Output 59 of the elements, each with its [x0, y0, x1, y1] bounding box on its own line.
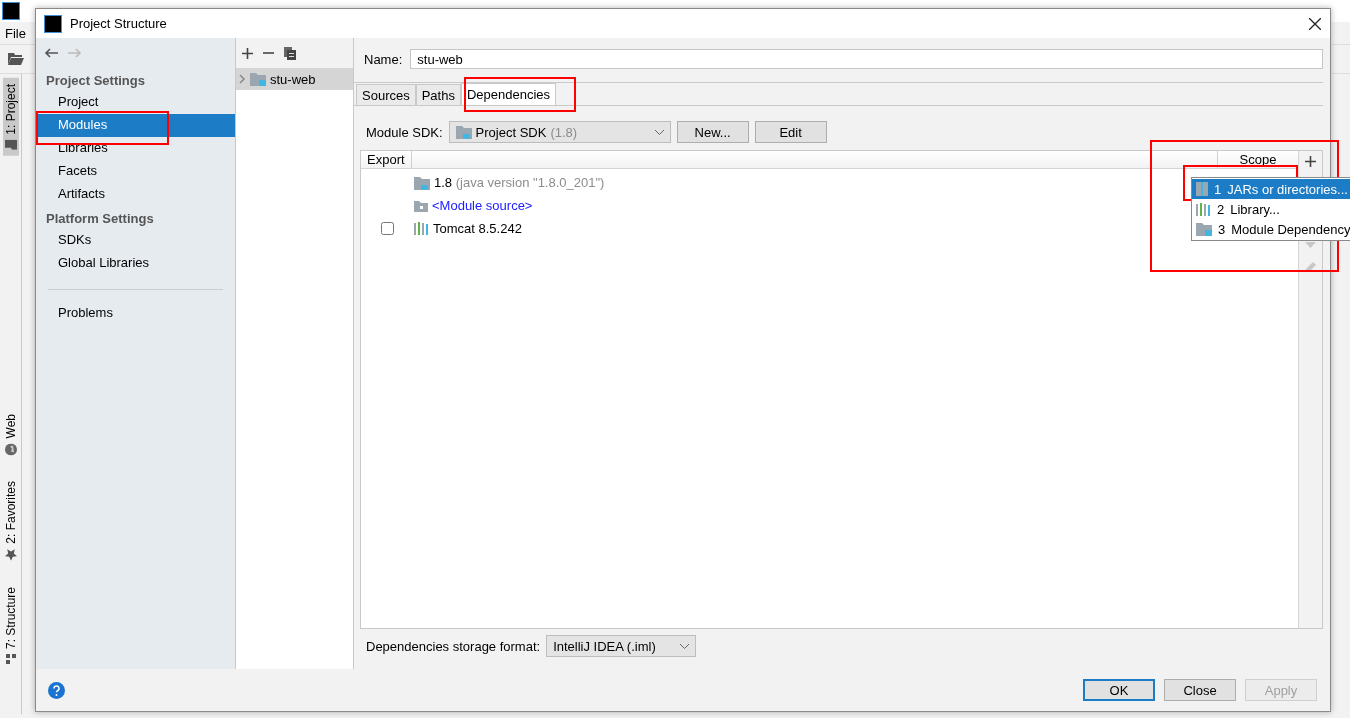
nav-item[interactable]: Project	[36, 91, 235, 114]
nav-item[interactable]: SDKs	[36, 229, 235, 252]
menu-item[interactable]: 3 Module Dependency	[1192, 219, 1350, 239]
dialog-button[interactable]: OK	[1083, 679, 1155, 701]
tool-window-tab[interactable]: 1: Project	[2, 78, 19, 156]
app-logo-icon	[2, 2, 20, 20]
library-icon	[414, 222, 429, 235]
sdk-dropdown[interactable]: Project SDK (1.8)	[448, 121, 671, 143]
section-heading: Project Settings	[45, 72, 146, 90]
field-label: Name:	[364, 51, 403, 67]
add-icon[interactable]	[242, 47, 253, 59]
edit-pencil-icon[interactable]	[1305, 262, 1316, 273]
help-icon[interactable]	[48, 681, 65, 699]
open-folder-icon[interactable]	[8, 53, 24, 65]
dialog-button[interactable]: Edit	[754, 121, 827, 143]
structure-icon	[5, 654, 16, 664]
tab[interactable]: Sources	[356, 84, 416, 105]
tab[interactable]: Paths	[415, 84, 461, 105]
sdk-folder-icon	[414, 175, 430, 190]
menu-item[interactable]: File	[5, 25, 26, 41]
nav-item[interactable]: Facets	[36, 160, 235, 183]
nav-item[interactable]: Modules	[36, 114, 235, 137]
close-icon[interactable]	[1309, 17, 1321, 30]
menu-item[interactable]: 1 JARs or directories...	[1192, 179, 1350, 199]
field-label: Dependencies storage format:	[366, 638, 541, 654]
tool-window-tab[interactable]: Web	[2, 407, 19, 462]
name-field[interactable]: stu-web	[410, 49, 1323, 69]
nav-item[interactable]: Artifacts	[36, 183, 235, 206]
caret-icon	[654, 129, 664, 135]
tool-window-tab[interactable]: 2: Favorites	[2, 475, 19, 567]
tool-window-tab[interactable]: 7: Structure	[2, 580, 19, 670]
dialog-button[interactable]: New...	[676, 121, 749, 143]
column-header[interactable]: Export	[361, 151, 412, 168]
dependency-name: 1.8 (java version "1.8.0_201")	[434, 175, 605, 190]
app-logo-icon	[44, 14, 62, 33]
nav-item[interactable]: Problems	[36, 302, 235, 325]
field-label: Module SDK:	[366, 124, 443, 140]
dependency-name: <Module source>	[432, 198, 533, 213]
format-dropdown[interactable]: IntelliJ IDEA (.iml)	[546, 635, 697, 657]
section-heading: Platform Settings	[45, 210, 155, 228]
dialog-button[interactable]: Close	[1164, 679, 1236, 701]
module-folder-icon	[250, 72, 266, 86]
window-title: Project Structure	[70, 16, 168, 31]
menu-item[interactable]: 2 Library...	[1192, 199, 1350, 219]
export-checkbox[interactable]	[381, 222, 394, 235]
library-icon	[1196, 202, 1211, 216]
add-icon[interactable]	[1305, 156, 1316, 167]
tab[interactable]: Dependencies	[460, 83, 557, 105]
dependency-name: Tomcat 8.5.242	[433, 221, 522, 236]
module-row[interactable]: stu-web	[236, 68, 353, 90]
copy-icon[interactable]	[284, 46, 296, 60]
back-arrow-icon[interactable]	[44, 48, 58, 58]
caret-icon	[680, 643, 690, 649]
star-icon	[4, 548, 17, 561]
nav-item[interactable]: Global Libraries	[36, 252, 235, 275]
nav-item[interactable]: Libraries	[36, 137, 235, 160]
module-folder-icon	[1196, 222, 1212, 236]
sdk-folder-icon	[455, 125, 472, 139]
jar-icon	[1196, 182, 1208, 196]
